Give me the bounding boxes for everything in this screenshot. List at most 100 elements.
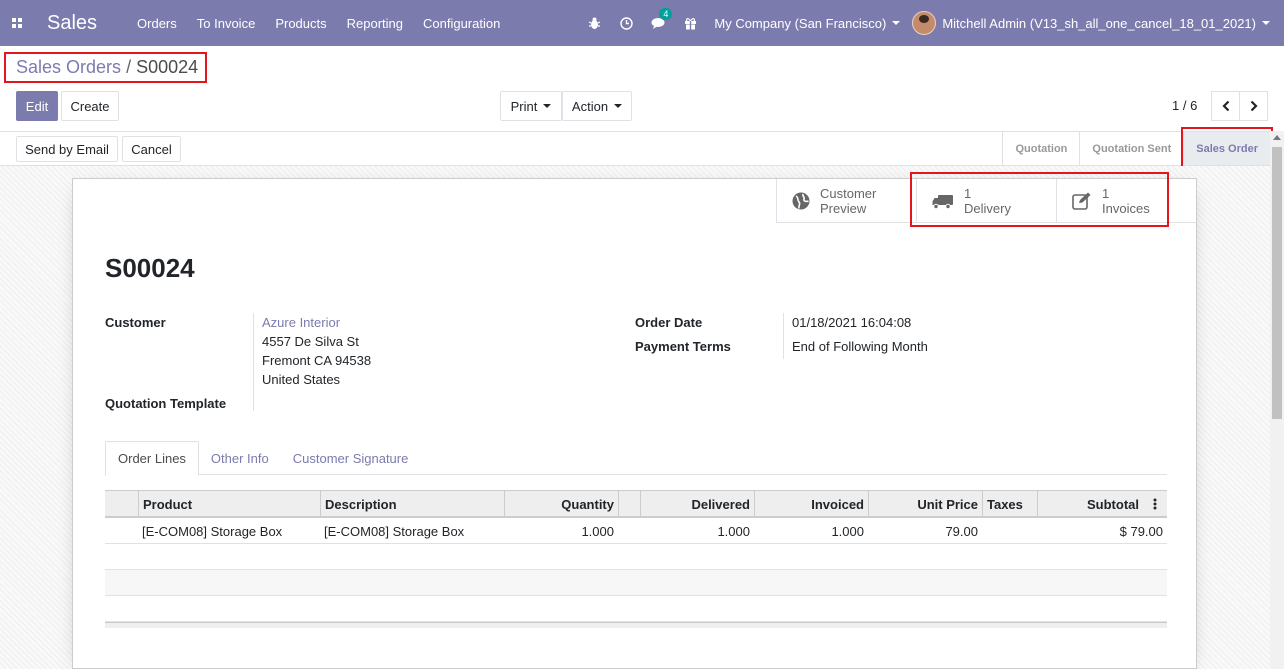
cell-delivered: 1.000: [717, 523, 750, 539]
table-footer: [105, 622, 1167, 628]
breadcrumb-parent[interactable]: Sales Orders: [16, 57, 121, 77]
form-sheet: Customer Preview 1 Delivery 1 Invoices S000…: [72, 178, 1197, 669]
col-unit-price[interactable]: Unit Price: [868, 491, 982, 517]
user-name: Mitchell Admin (V13_sh_all_one_cancel_18…: [942, 15, 1256, 31]
breadcrumb: Sales Orders / S00024: [16, 57, 198, 78]
menu-orders[interactable]: Orders: [127, 16, 187, 31]
scroll-thumb[interactable]: [1272, 147, 1282, 419]
company-name: My Company (San Francisco): [714, 15, 887, 31]
field-divider: [253, 313, 254, 411]
cell-taxes: [982, 518, 1037, 544]
delivery-button[interactable]: 1 Delivery: [916, 179, 1056, 223]
table-row[interactable]: [E-COM08] Storage Box [E-COM08] Storage …: [105, 518, 1167, 544]
menu-configuration[interactable]: Configuration: [413, 16, 510, 31]
delivery-count: 1: [964, 186, 972, 201]
empty-row: [105, 544, 1167, 570]
col-spacer: [618, 491, 640, 517]
breadcrumb-current: S00024: [136, 57, 199, 77]
tab-order-lines[interactable]: Order Lines: [105, 441, 199, 476]
cell-product: [E-COM08] Storage Box: [142, 523, 283, 539]
print-dropdown[interactable]: Print: [500, 91, 562, 121]
order-date-label: Order Date: [635, 315, 703, 330]
order-date-value: 01/18/2021 16:04:08: [792, 315, 912, 330]
avatar: [912, 11, 937, 35]
delivery-label: Delivery: [964, 201, 1011, 216]
status-steps: Quotation Quotation Sent Sales Order: [1002, 132, 1270, 165]
preview-line2: Preview: [820, 201, 867, 216]
empty-row: [105, 570, 1167, 596]
scrollbar[interactable]: [1270, 131, 1284, 669]
cell-invoiced: 1.000: [831, 523, 864, 539]
company-switcher[interactable]: My Company (San Francisco): [706, 16, 912, 31]
preview-line1: Customer: [820, 186, 877, 201]
col-subtotal[interactable]: Subtotal: [1037, 491, 1143, 517]
chevron-down-icon: [1262, 21, 1270, 25]
col-description[interactable]: Description: [320, 491, 504, 517]
main-menu: Orders To Invoice Products Reporting Con…: [127, 16, 510, 31]
invoices-button[interactable]: 1 Invoices: [1056, 179, 1196, 223]
col-delivered[interactable]: Delivered: [640, 491, 754, 517]
col-quantity[interactable]: Quantity: [504, 491, 618, 517]
print-label: Print: [510, 98, 538, 114]
order-name: S00024: [105, 253, 195, 283]
menu-products[interactable]: Products: [265, 16, 336, 31]
cell-quantity: 1.000: [581, 523, 614, 539]
status-bar: Send by Email Cancel Quotation Quotation…: [0, 131, 1284, 166]
cell-subtotal: $ 79.00: [1119, 523, 1163, 539]
empty-row: [105, 596, 1167, 622]
action-dropdown[interactable]: Action: [562, 91, 632, 121]
menu-reporting[interactable]: Reporting: [337, 16, 413, 31]
col-taxes[interactable]: Taxes: [982, 491, 1037, 517]
customer-name-link[interactable]: Azure Interior: [262, 315, 340, 330]
top-navbar: Sales Orders To Invoice Products Reporti…: [0, 0, 1284, 46]
chevron-down-icon: [614, 104, 623, 108]
pager-next-button[interactable]: [1239, 91, 1268, 121]
pager-value[interactable]: 1 / 6: [1172, 98, 1197, 113]
clock-icon[interactable]: [610, 0, 642, 46]
user-menu[interactable]: Mitchell Admin (V13_sh_all_one_cancel_18…: [912, 11, 1284, 35]
pager-previous-button[interactable]: [1211, 91, 1240, 121]
app-name[interactable]: Sales: [47, 12, 97, 35]
col-product[interactable]: Product: [138, 491, 320, 517]
apps-icon[interactable]: [0, 0, 34, 46]
chevron-right-icon: [1250, 100, 1258, 112]
globe-icon: [792, 192, 810, 210]
address-line3: United States: [262, 372, 341, 387]
messages-badge: 4: [659, 8, 673, 20]
chat-icon[interactable]: 4: [642, 0, 674, 46]
invoices-count: 1: [1102, 186, 1110, 201]
customer-label: Customer: [105, 315, 166, 330]
bug-icon[interactable]: [578, 0, 610, 46]
field-divider: [783, 313, 784, 359]
cell-unit-price: 79.00: [945, 523, 978, 539]
create-button[interactable]: Create: [61, 91, 119, 121]
address-line1: 4557 De Silva St: [262, 334, 359, 349]
smart-button-box: Customer Preview 1 Delivery 1 Invoices: [776, 179, 1196, 223]
truck-icon: [932, 195, 953, 209]
tab-customer-signature[interactable]: Customer Signature: [281, 441, 421, 475]
action-label: Action: [571, 98, 609, 114]
tab-other-info[interactable]: Other Info: [199, 441, 281, 475]
invoices-label: Invoices: [1102, 201, 1150, 216]
menu-to-invoice[interactable]: To Invoice: [187, 16, 266, 31]
customer-preview-button[interactable]: Customer Preview: [776, 179, 916, 223]
cancel-button[interactable]: Cancel: [122, 136, 181, 162]
chevron-down-icon: [892, 21, 901, 25]
scroll-up-icon[interactable]: [1273, 135, 1281, 140]
cell-description: [E-COM08] Storage Box: [324, 523, 465, 539]
send-by-email-button[interactable]: Send by Email: [16, 136, 118, 162]
kebab-icon[interactable]: [1143, 491, 1167, 517]
table-header: Product Description Quantity Delivered I…: [105, 490, 1167, 518]
breadcrumb-separator: /: [126, 57, 132, 77]
step-quotation-sent[interactable]: Quotation Sent: [1079, 132, 1183, 165]
chevron-down-icon: [543, 104, 552, 108]
systray: 4 My Company (San Francisco) Mitchell Ad…: [578, 0, 1284, 46]
gift-icon[interactable]: [674, 0, 706, 46]
step-quotation[interactable]: Quotation: [1002, 132, 1079, 165]
edit-button[interactable]: Edit: [16, 91, 58, 121]
edit-icon: [1072, 192, 1091, 210]
col-invoiced[interactable]: Invoiced: [754, 491, 868, 517]
step-sales-order[interactable]: Sales Order: [1183, 132, 1270, 165]
chevron-left-icon: [1221, 100, 1229, 112]
order-lines-table: Product Description Quantity Delivered I…: [105, 490, 1167, 628]
